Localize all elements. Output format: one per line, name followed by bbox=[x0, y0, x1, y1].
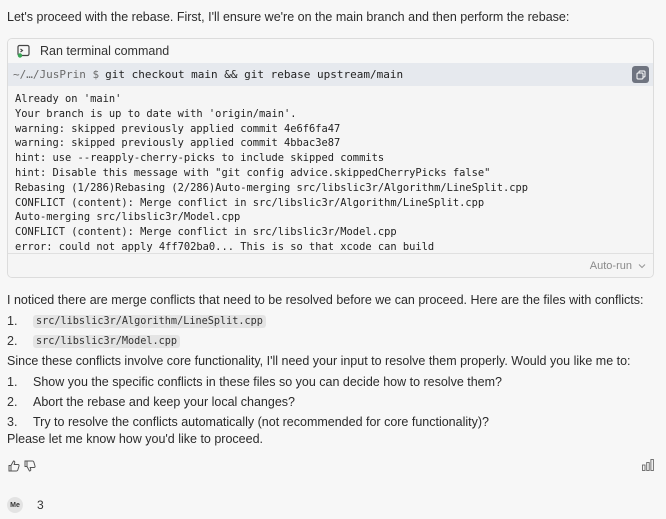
list-item: 2. src/libslic3r/Model.cpp bbox=[7, 331, 266, 351]
output-line: Your branch is up to date with 'origin/m… bbox=[15, 107, 297, 120]
list-number: 1. bbox=[7, 375, 18, 389]
user-footer: Me 3 bbox=[7, 497, 44, 513]
auto-run-dropdown[interactable]: Auto-run bbox=[8, 253, 653, 277]
list-number: 3. bbox=[7, 415, 18, 429]
file-path-code: src/libslic3r/Model.cpp bbox=[33, 334, 181, 348]
chevron-down-icon bbox=[638, 263, 646, 268]
list-item: 2. Abort the rebase and keep your local … bbox=[7, 392, 502, 412]
bar-chart-icon[interactable] bbox=[642, 459, 654, 471]
list-item: 3. Try to resolve the conflicts automati… bbox=[7, 412, 502, 432]
output-line: CONFLICT (content): Merge conflict in sr… bbox=[15, 196, 485, 209]
terminal-command: git checkout main && git rebase upstream… bbox=[105, 68, 404, 81]
terminal-header-label: Ran terminal command bbox=[40, 44, 170, 58]
options-list: 1. Show you the specific conflicts in th… bbox=[7, 372, 502, 432]
list-number: 2. bbox=[7, 395, 18, 409]
terminal-path: ~/…/JusPrin $ bbox=[13, 68, 100, 81]
list-item: 1. Show you the specific conflicts in th… bbox=[7, 372, 502, 392]
output-line: Already on 'main' bbox=[15, 93, 122, 105]
option-text: Abort the rebase and keep your local cha… bbox=[33, 395, 295, 409]
conflict-intro: I noticed there are merge conflicts that… bbox=[7, 293, 644, 307]
feedback-actions bbox=[7, 459, 37, 473]
output-line: CONFLICT (content): Merge conflict in sr… bbox=[15, 226, 397, 239]
terminal-output: Already on 'main' Your branch is up to d… bbox=[8, 86, 653, 252]
terminal-icon bbox=[17, 44, 30, 58]
output-line: Rebasing (1/286)Rebasing (2/286)Auto-mer… bbox=[15, 181, 528, 194]
list-item: 1. src/libslic3r/Algorithm/LineSplit.cpp bbox=[7, 311, 266, 331]
list-number: 2. bbox=[7, 334, 18, 348]
count-label: 3 bbox=[37, 498, 44, 512]
command-bar: ~/…/JusPrin $ git checkout main && git r… bbox=[8, 63, 653, 86]
output-line: Auto-merging src/libslic3r/Model.cpp bbox=[15, 211, 241, 224]
thumbs-down-icon[interactable] bbox=[23, 459, 37, 473]
output-line: error: could not apply 4ff702ba0... This… bbox=[15, 240, 435, 252]
terminal-block: Ran terminal command ~/…/JusPrin $ git c… bbox=[7, 38, 654, 278]
terminal-header[interactable]: Ran terminal command bbox=[8, 39, 653, 63]
option-text: Show you the specific conflicts in these… bbox=[33, 375, 503, 389]
intro-text: Let's proceed with the rebase. First, I'… bbox=[7, 10, 570, 24]
output-line: hint: Disable this message with "git con… bbox=[15, 166, 491, 179]
avatar[interactable]: Me bbox=[7, 497, 23, 513]
output-line: hint: use --reapply-cherry-picks to incl… bbox=[15, 152, 385, 165]
auto-run-label: Auto-run bbox=[589, 259, 632, 272]
question-text: Since these conflicts involve core funct… bbox=[7, 354, 631, 368]
closing-text: Please let me know how you'd like to pro… bbox=[7, 432, 263, 446]
copy-icon[interactable] bbox=[632, 66, 649, 83]
output-line: warning: skipped previously applied comm… bbox=[15, 122, 341, 135]
file-path-code: src/libslic3r/Algorithm/LineSplit.cpp bbox=[33, 314, 266, 328]
output-line: warning: skipped previously applied comm… bbox=[15, 137, 341, 150]
thumbs-up-icon[interactable] bbox=[7, 459, 21, 473]
option-text: Try to resolve the conflicts automatical… bbox=[33, 415, 489, 429]
conflict-file-list: 1. src/libslic3r/Algorithm/LineSplit.cpp… bbox=[7, 311, 266, 351]
list-number: 1. bbox=[7, 314, 18, 328]
